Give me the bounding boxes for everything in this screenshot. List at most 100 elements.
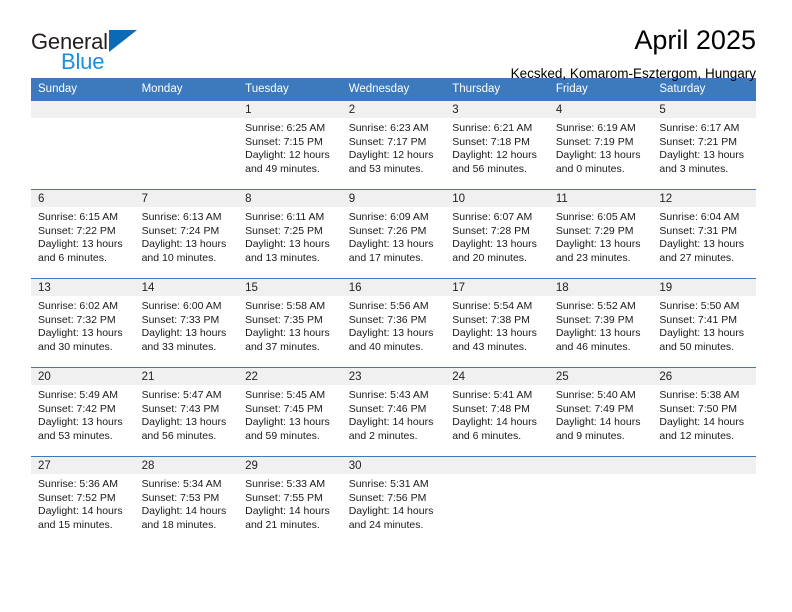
day-sunrise-text: Sunrise: 5:31 AM — [348, 478, 429, 490]
day-cell[interactable]: 7 Sunrise: 6:13 AM Sunset: 7:24 PM Daylight… — [134, 189, 239, 278]
weekday-header-monday: Monday — [134, 78, 239, 100]
day-sun-info: Sunrise: 6:11 AM Sunset: 7:25 PM Daylight:… — [238, 207, 342, 265]
day-daylight-line2-text: and 53 minutes. — [348, 162, 424, 175]
day-number: 3 — [445, 101, 549, 118]
day-cell[interactable]: 16 Sunrise: 5:56 AM Sunset: 7:36 PM Dayligh… — [341, 278, 446, 367]
calendar-cell: 4 Sunrise: 6:19 AM Sunset: 7:19 PM Daylight… — [548, 100, 653, 189]
day-number: 8 — [238, 190, 342, 207]
day-number: 28 — [134, 457, 239, 474]
day-daylight-line2-text: and 56 minutes. — [452, 162, 527, 175]
day-daylight-line2-text: and 53 minutes. — [38, 429, 113, 442]
location-subtitle: Kecsked, Komarom-Esztergom, Hungary — [510, 65, 756, 81]
day-cell[interactable]: 30 Sunrise: 5:31 AM Sunset: 7:56 PM Dayligh… — [341, 456, 446, 545]
day-daylight-line1-text: Daylight: 13 hours — [555, 238, 641, 251]
day-cell[interactable]: 12 Sunrise: 6:04 AM Sunset: 7:31 PM Dayligh… — [652, 189, 756, 278]
day-sun-info: Sunrise: 5:41 AM Sunset: 7:48 PM Daylight:… — [445, 385, 549, 443]
calendar-cell: 10 Sunrise: 6:07 AM Sunset: 7:28 PM Dayligh… — [445, 189, 549, 278]
day-sunset-text: Sunset: 7:36 PM — [348, 313, 427, 326]
day-sunset-text: Sunset: 7:48 PM — [452, 402, 530, 415]
day-cell[interactable]: 14 Sunrise: 6:00 AM Sunset: 7:33 PM Dayligh… — [134, 278, 239, 367]
day-sunrise-text: Sunrise: 5:43 AM — [348, 389, 429, 401]
day-number: 4 — [548, 101, 653, 118]
day-daylight-line1-text: Daylight: 12 hours — [452, 149, 537, 162]
day-daylight-line2-text: and 2 minutes. — [348, 429, 418, 442]
day-cell-empty — [652, 456, 756, 545]
day-sun-info: Sunrise: 6:00 AM Sunset: 7:33 PM Daylight:… — [135, 296, 239, 354]
day-sunrise-text: Sunrise: 6:13 AM — [141, 211, 222, 223]
day-cell[interactable]: 27 Sunrise: 5:36 AM Sunset: 7:52 PM Dayligh… — [31, 456, 135, 545]
day-daylight-line2-text: and 15 minutes. — [38, 518, 113, 531]
day-cell[interactable]: 22 Sunrise: 5:45 AM Sunset: 7:45 PM Dayligh… — [238, 367, 342, 456]
day-cell[interactable]: 21 Sunrise: 5:47 AM Sunset: 7:43 PM Dayligh… — [134, 367, 239, 456]
day-cell-empty — [134, 100, 239, 189]
day-sunrise-text: Sunrise: 5:47 AM — [141, 389, 222, 401]
day-cell[interactable]: 13 Sunrise: 6:02 AM Sunset: 7:32 PM Dayligh… — [31, 278, 135, 367]
calendar-cell: 29 Sunrise: 5:33 AM Sunset: 7:55 PM Dayligh… — [238, 456, 342, 545]
day-cell[interactable]: 17 Sunrise: 5:54 AM Sunset: 7:38 PM Dayligh… — [445, 278, 549, 367]
day-sunrise-text: Sunrise: 5:56 AM — [348, 300, 429, 312]
calendar-cell: 22 Sunrise: 5:45 AM Sunset: 7:45 PM Dayligh… — [238, 367, 342, 456]
day-sun-info: Sunrise: 6:05 AM Sunset: 7:29 PM Daylight:… — [549, 207, 653, 265]
day-number: 24 — [445, 368, 549, 385]
day-daylight-line2-text: and 9 minutes. — [555, 429, 625, 442]
day-cell[interactable]: 8 Sunrise: 6:11 AM Sunset: 7:25 PM Daylight… — [238, 189, 342, 278]
day-cell[interactable]: 5 Sunrise: 6:17 AM Sunset: 7:21 PM Daylight… — [652, 100, 756, 189]
day-cell[interactable]: 2 Sunrise: 6:23 AM Sunset: 7:17 PM Daylight… — [341, 100, 446, 189]
calendar-cell: 16 Sunrise: 5:56 AM Sunset: 7:36 PM Dayligh… — [341, 278, 446, 367]
calendar-cell: 24 Sunrise: 5:41 AM Sunset: 7:48 PM Dayligh… — [445, 367, 549, 456]
day-daylight-line1-text: Daylight: 13 hours — [141, 238, 227, 251]
day-sunset-text: Sunset: 7:41 PM — [659, 313, 738, 326]
day-cell[interactable]: 25 Sunrise: 5:40 AM Sunset: 7:49 PM Dayligh… — [548, 367, 653, 456]
day-cell[interactable]: 19 Sunrise: 5:50 AM Sunset: 7:41 PM Dayligh… — [652, 278, 756, 367]
day-cell[interactable]: 10 Sunrise: 6:07 AM Sunset: 7:28 PM Dayligh… — [445, 189, 549, 278]
day-sun-info — [135, 118, 239, 122]
day-daylight-line2-text: and 18 minutes. — [141, 518, 217, 531]
day-sun-info: Sunrise: 5:40 AM Sunset: 7:49 PM Daylight:… — [549, 385, 653, 443]
day-cell[interactable]: 9 Sunrise: 6:09 AM Sunset: 7:26 PM Daylight… — [341, 189, 446, 278]
day-sunrise-text: Sunrise: 5:33 AM — [245, 478, 326, 490]
day-cell[interactable]: 1 Sunrise: 6:25 AM Sunset: 7:15 PM Daylight… — [238, 100, 342, 189]
calendar-cell: 11 Sunrise: 6:05 AM Sunset: 7:29 PM Dayligh… — [548, 189, 653, 278]
day-number: 11 — [548, 190, 653, 207]
day-cell[interactable]: 23 Sunrise: 5:43 AM Sunset: 7:46 PM Dayligh… — [341, 367, 446, 456]
day-sun-info: Sunrise: 6:23 AM Sunset: 7:17 PM Daylight:… — [342, 118, 446, 176]
calendar-cell: 27 Sunrise: 5:36 AM Sunset: 7:52 PM Dayligh… — [31, 456, 135, 545]
day-daylight-line1-text: Daylight: 13 hours — [659, 149, 745, 162]
day-sun-info: Sunrise: 5:45 AM Sunset: 7:45 PM Daylight:… — [238, 385, 342, 443]
day-sunset-text: Sunset: 7:29 PM — [555, 224, 634, 237]
day-daylight-line2-text: and 23 minutes. — [555, 251, 631, 264]
calendar-cell: 18 Sunrise: 5:52 AM Sunset: 7:39 PM Dayligh… — [548, 278, 653, 367]
calendar-cell: 14 Sunrise: 6:00 AM Sunset: 7:33 PM Dayligh… — [134, 278, 239, 367]
day-cell[interactable]: 11 Sunrise: 6:05 AM Sunset: 7:29 PM Dayligh… — [548, 189, 653, 278]
day-sunset-text: Sunset: 7:49 PM — [555, 402, 634, 415]
day-cell[interactable]: 15 Sunrise: 5:58 AM Sunset: 7:35 PM Dayligh… — [238, 278, 342, 367]
day-cell[interactable]: 29 Sunrise: 5:33 AM Sunset: 7:55 PM Dayligh… — [238, 456, 342, 545]
day-cell[interactable]: 20 Sunrise: 5:49 AM Sunset: 7:42 PM Dayligh… — [31, 367, 135, 456]
day-daylight-line2-text: and 59 minutes. — [245, 429, 320, 442]
calendar-cell: 1 Sunrise: 6:25 AM Sunset: 7:15 PM Daylight… — [238, 100, 342, 189]
calendar-cell: 28 Sunrise: 5:34 AM Sunset: 7:53 PM Dayligh… — [134, 456, 239, 545]
day-daylight-line2-text: and 20 minutes. — [452, 251, 527, 264]
day-sun-info: Sunrise: 5:36 AM Sunset: 7:52 PM Daylight:… — [31, 474, 135, 532]
day-sunrise-text: Sunrise: 6:02 AM — [38, 300, 118, 312]
calendar-cell — [134, 100, 239, 189]
day-sun-info: Sunrise: 5:49 AM Sunset: 7:42 PM Daylight:… — [31, 385, 135, 443]
day-sunset-text: Sunset: 7:19 PM — [555, 135, 634, 148]
day-sun-info: Sunrise: 6:02 AM Sunset: 7:32 PM Daylight:… — [31, 296, 135, 354]
day-sunrise-text: Sunrise: 5:41 AM — [452, 389, 533, 401]
day-cell[interactable]: 28 Sunrise: 5:34 AM Sunset: 7:53 PM Dayligh… — [134, 456, 239, 545]
day-cell[interactable]: 24 Sunrise: 5:41 AM Sunset: 7:48 PM Dayligh… — [445, 367, 549, 456]
day-cell-empty — [548, 456, 653, 545]
day-cell[interactable]: 3 Sunrise: 6:21 AM Sunset: 7:18 PM Daylight… — [445, 100, 549, 189]
calendar-cell: 13 Sunrise: 6:02 AM Sunset: 7:32 PM Dayligh… — [31, 278, 135, 367]
weekday-header-thursday: Thursday — [445, 78, 549, 100]
day-cell[interactable]: 6 Sunrise: 6:15 AM Sunset: 7:22 PM Daylight… — [31, 189, 135, 278]
day-cell[interactable]: 18 Sunrise: 5:52 AM Sunset: 7:39 PM Dayligh… — [548, 278, 653, 367]
day-number: 15 — [238, 279, 342, 296]
day-cell[interactable]: 26 Sunrise: 5:38 AM Sunset: 7:50 PM Dayligh… — [652, 367, 756, 456]
day-sunrise-text: Sunrise: 6:07 AM — [452, 211, 533, 223]
day-cell[interactable]: 4 Sunrise: 6:19 AM Sunset: 7:19 PM Daylight… — [548, 100, 653, 189]
day-sun-info: Sunrise: 6:21 AM Sunset: 7:18 PM Daylight:… — [445, 118, 549, 176]
day-daylight-line2-text: and 27 minutes. — [659, 251, 735, 264]
general-blue-logo[interactable]: General Blue — [31, 26, 137, 73]
